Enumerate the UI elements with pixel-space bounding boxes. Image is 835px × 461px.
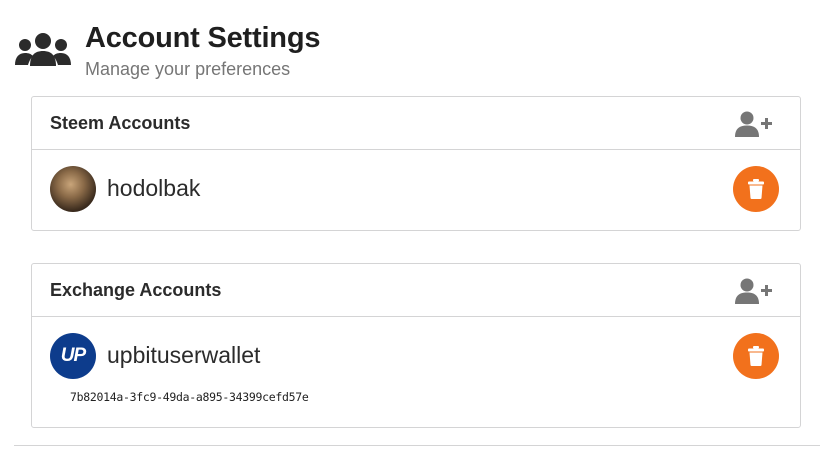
header-text: Account Settings Manage your preferences bbox=[85, 20, 320, 81]
user-plus-icon[interactable] bbox=[735, 110, 773, 138]
wallet-id: 7b82014a-3fc9-49da-a895-34399cefd57e bbox=[70, 390, 309, 404]
account-settings-page: Account Settings Manage your preferences… bbox=[0, 0, 835, 461]
bottom-divider bbox=[14, 445, 820, 446]
page-title: Account Settings bbox=[85, 22, 321, 54]
exchange-accounts-header: Exchange Accounts bbox=[32, 264, 800, 317]
steem-account-row: hodolbak bbox=[32, 150, 800, 230]
exchange-accounts-title: Exchange Accounts bbox=[50, 280, 222, 300]
steem-accounts-header: Steem Accounts bbox=[32, 97, 800, 150]
page-header: Account Settings Manage your preferences bbox=[14, 20, 320, 81]
delete-account-button[interactable] bbox=[733, 166, 779, 212]
account-name: hodolbak bbox=[107, 175, 201, 201]
trash-icon bbox=[748, 346, 764, 366]
steem-accounts-card: Steem Accounts hodolbak bbox=[31, 96, 801, 231]
trash-icon bbox=[748, 179, 764, 199]
delete-account-button[interactable] bbox=[733, 333, 779, 379]
steem-accounts-title: Steem Accounts bbox=[50, 113, 191, 133]
exchange-account-row: UP upbituserwallet bbox=[32, 317, 800, 397]
avatar bbox=[50, 166, 96, 212]
exchange-accounts-card: Exchange Accounts UP upbituserwallet 7b8… bbox=[31, 263, 801, 428]
avatar-text: UP bbox=[60, 345, 86, 366]
user-plus-icon[interactable] bbox=[735, 277, 773, 305]
page-subtitle: Manage your preferences bbox=[85, 59, 291, 79]
upbit-logo-avatar: UP bbox=[50, 333, 96, 379]
account-name: upbituserwallet bbox=[107, 342, 261, 368]
users-icon bbox=[15, 33, 71, 66]
